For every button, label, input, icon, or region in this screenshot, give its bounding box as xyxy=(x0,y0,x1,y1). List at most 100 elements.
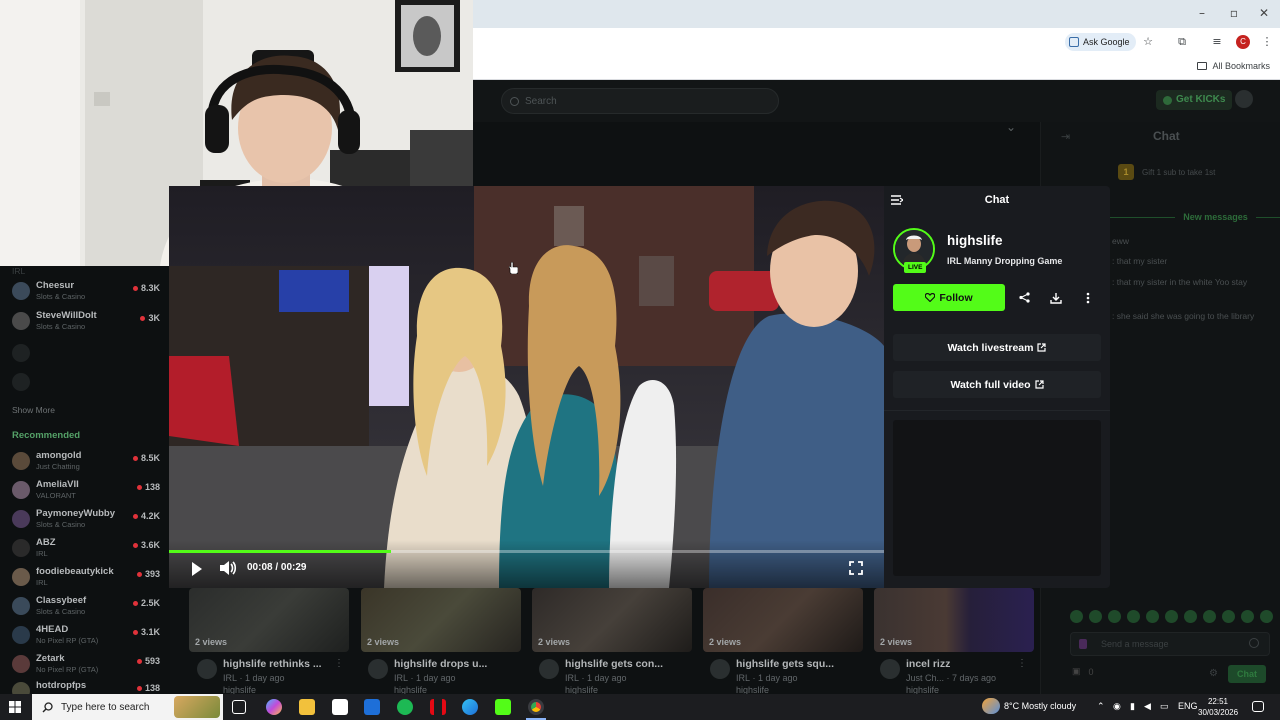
video-title[interactable]: highslife gets squ... xyxy=(736,658,846,670)
search-input[interactable]: Search xyxy=(501,88,779,114)
chat-title: Chat xyxy=(1153,129,1180,143)
video-card-info[interactable]: highslife gets con... IRL · 1 day ago hi… xyxy=(539,656,704,695)
progress-bar[interactable] xyxy=(169,550,884,553)
emote-icon[interactable] xyxy=(1203,610,1216,623)
clock[interactable]: 22:51 30/03/2026 xyxy=(1198,696,1238,718)
sidebar-channel[interactable]: PaymoneyWubby Slots & Casino 4.2K xyxy=(12,506,162,532)
chevron-down-icon[interactable]: ⌄ xyxy=(1006,120,1016,134)
fullscreen-icon[interactable] xyxy=(849,561,863,575)
sidebar-channel[interactable]: Cheesur Slots & Casino 8.3K xyxy=(12,278,162,304)
emote-icon[interactable] xyxy=(1070,610,1083,623)
gift-sub-banner[interactable]: 1 Gift 1 sub to take 1st xyxy=(1118,164,1215,180)
video-title[interactable]: highslife drops u... xyxy=(394,658,504,670)
more-options-icon[interactable]: ⋮ xyxy=(334,658,344,669)
taskbar-search-input[interactable]: Type here to search xyxy=(32,694,223,720)
file-explorer-icon[interactable] xyxy=(299,699,315,715)
video-title[interactable]: highslife gets con... xyxy=(565,658,675,670)
channel-name[interactable]: highslife xyxy=(947,233,1003,248)
video-card-info[interactable]: highslife gets squ... IRL · 1 day ago hi… xyxy=(710,656,875,695)
video-card-info[interactable]: highslife drops u... IRL · 1 day ago hig… xyxy=(368,656,533,695)
sidebar-channel[interactable]: Classybeef Slots & Casino 2.5K xyxy=(12,593,162,619)
mail-icon[interactable] xyxy=(364,699,380,715)
emote-icon[interactable] xyxy=(1222,610,1235,623)
more-options-icon[interactable]: ⋮ xyxy=(1017,658,1027,669)
share-button[interactable] xyxy=(1010,284,1038,311)
collapse-chat-icon[interactable]: ⇥ xyxy=(1061,130,1070,143)
video-thumbnail[interactable]: 2 views xyxy=(703,588,863,652)
emote-icon[interactable] xyxy=(1127,610,1140,623)
emoji-icon[interactable] xyxy=(1249,638,1259,648)
network-icon[interactable]: ◉ xyxy=(1113,701,1121,712)
watch-livestream-button[interactable]: Watch livestream xyxy=(893,334,1101,361)
spotify-icon[interactable] xyxy=(397,699,413,715)
chrome-icon[interactable] xyxy=(528,699,544,715)
bookmarks-bar: All Bookmarks xyxy=(473,56,1280,80)
more-options-button[interactable] xyxy=(1074,284,1102,311)
sidebar-channel-offline[interactable] xyxy=(12,369,162,395)
all-bookmarks-button[interactable]: All Bookmarks xyxy=(1197,61,1270,71)
video-thumbnail[interactable]: 2 views xyxy=(189,588,349,652)
media-controls-icon[interactable]: ≡ xyxy=(1209,34,1225,50)
chat-message-input[interactable]: Send a message xyxy=(1070,632,1270,656)
popup-header: Chat xyxy=(884,186,1110,216)
video-title[interactable]: highslife rethinks ... xyxy=(223,658,333,670)
windows-start-icon[interactable] xyxy=(9,701,21,713)
kick-app-icon[interactable] xyxy=(495,699,511,715)
extensions-icon[interactable]: ⧉ xyxy=(1174,34,1190,50)
show-more-link[interactable]: Show More xyxy=(12,405,55,415)
video-thumbnail[interactable]: 2 views xyxy=(532,588,692,652)
notifications-icon[interactable] xyxy=(1252,701,1264,712)
play-icon[interactable] xyxy=(192,562,202,576)
speaker-icon[interactable]: ◀ xyxy=(1144,701,1151,712)
minimize-icon[interactable]: – xyxy=(1194,6,1210,20)
download-button[interactable] xyxy=(1042,284,1070,311)
emote-icon[interactable] xyxy=(1165,610,1178,623)
emote-icon[interactable] xyxy=(1184,610,1197,623)
task-view-icon[interactable] xyxy=(232,700,246,714)
maximize-icon[interactable]: ▫ xyxy=(1226,6,1242,20)
weather-icon[interactable] xyxy=(982,698,1000,714)
chat-points[interactable]: ▣ 0 xyxy=(1072,666,1094,677)
user-avatar[interactable] xyxy=(1235,90,1253,108)
sidebar-channel-offline[interactable] xyxy=(12,340,162,366)
video-player[interactable]: 00:08 / 00:29 xyxy=(169,186,884,588)
emote-icon[interactable] xyxy=(1146,610,1159,623)
profile-avatar[interactable]: C xyxy=(1236,35,1250,49)
menu-kebab-icon[interactable]: ⋮ xyxy=(1259,34,1275,50)
video-card-info[interactable]: highslife rethinks ... IRL · 1 day ago h… xyxy=(197,656,362,695)
sidebar-channel[interactable]: SteveWillDoIt Slots & Casino 3K xyxy=(12,308,162,334)
ask-google-button[interactable]: Ask Google xyxy=(1065,33,1136,51)
sidebar-channel[interactable]: amongold Just Chatting 8.5K xyxy=(12,448,162,474)
watch-full-video-button[interactable]: Watch full video xyxy=(893,371,1101,398)
sidebar-channel[interactable]: 4HEAD No Pixel RP (GTA) 3.1K xyxy=(12,622,162,648)
close-icon[interactable]: ✕ xyxy=(1256,6,1272,20)
sidebar-channel[interactable]: ABZ IRL 3.6K xyxy=(12,535,162,561)
star-icon[interactable]: ☆ xyxy=(1140,34,1156,50)
follow-button[interactable]: Follow xyxy=(893,284,1005,311)
volume-icon[interactable] xyxy=(219,560,237,576)
chat-send-button[interactable]: Chat xyxy=(1228,665,1266,683)
video-thumbnail[interactable]: 2 views xyxy=(361,588,521,652)
emote-icon[interactable] xyxy=(1108,610,1121,623)
netflix-icon[interactable] xyxy=(430,699,446,715)
language-indicator[interactable]: ENG xyxy=(1178,701,1198,711)
weather-text[interactable]: 8°C Mostly cloudy xyxy=(1004,701,1076,711)
microphone-icon[interactable]: ▮ xyxy=(1130,701,1135,712)
chevron-up-icon[interactable]: ⌃ xyxy=(1097,701,1105,712)
copilot-icon[interactable] xyxy=(266,699,282,715)
emote-icon[interactable] xyxy=(1260,610,1273,623)
video-title[interactable]: incel rizz xyxy=(906,658,1016,670)
wifi-icon[interactable]: ▭ xyxy=(1160,701,1169,712)
sidebar-channel[interactable]: AmeliaVII VALORANT 138 xyxy=(12,477,162,503)
new-messages-divider[interactable]: New messages xyxy=(1110,212,1280,222)
sidebar-channel[interactable]: foodiebeautykick IRL 393 xyxy=(12,564,162,590)
get-kicks-button[interactable]: Get KICKs xyxy=(1156,90,1233,110)
video-thumbnail[interactable]: 2 views xyxy=(874,588,1034,652)
video-card-info[interactable]: incel rizz Just Ch... · 7 days ago highs… xyxy=(880,656,1045,695)
edge-icon[interactable] xyxy=(462,699,478,715)
sidebar-channel[interactable]: Zetark No Pixel RP (GTA) 593 xyxy=(12,651,162,677)
store-icon[interactable] xyxy=(332,699,348,715)
chat-settings-icon[interactable]: ⚙ xyxy=(1209,668,1218,679)
emote-icon[interactable] xyxy=(1089,610,1102,623)
emote-icon[interactable] xyxy=(1241,610,1254,623)
